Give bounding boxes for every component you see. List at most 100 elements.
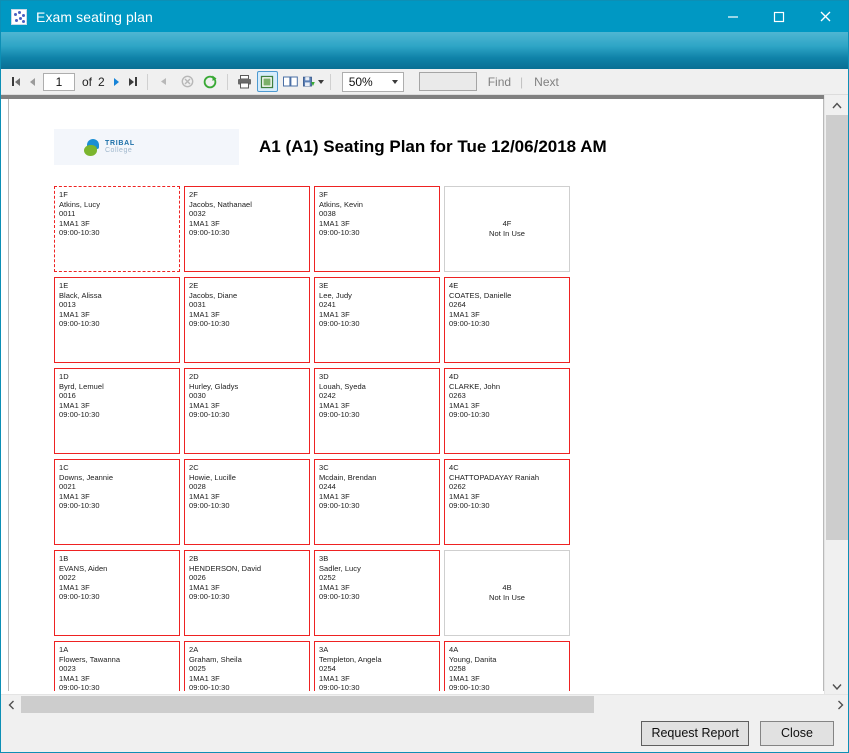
toolbar-divider xyxy=(147,74,148,90)
seat-label: 1B xyxy=(59,554,179,564)
seat-cell-1A[interactable]: 1AFlowers, Tawanna00231MA1 3F09:00-10:30 xyxy=(54,641,180,691)
seat-cell-4D[interactable]: 4DCLARKE, John02631MA1 3F09:00-10:30 xyxy=(444,368,570,454)
request-report-button[interactable]: Request Report xyxy=(641,721,749,746)
seat-cell-2E[interactable]: 2EJacobs, Diane00311MA1 3F09:00-10:30 xyxy=(184,277,310,363)
seat-cell-1D[interactable]: 1DByrd, Lemuel00161MA1 3F09:00-10:30 xyxy=(54,368,180,454)
exam-code: 1MA1 3F xyxy=(59,674,179,684)
seat-cell-3A[interactable]: 3ATempleton, Angela02541MA1 3F09:00-10:3… xyxy=(314,641,440,691)
scroll-left-icon[interactable] xyxy=(1,695,21,714)
institution-logo: TRIBAL College xyxy=(54,129,239,165)
exam-time: 09:00-10:30 xyxy=(449,319,569,329)
horizontal-scroll-thumb[interactable] xyxy=(21,696,594,713)
candidate-number: 0038 xyxy=(319,209,439,219)
seat-cell-1F[interactable]: 1FAtkins, Lucy00111MA1 3F09:00-10:30 xyxy=(54,186,180,272)
seat-cell-2B[interactable]: 2BHENDERSON, David00261MA1 3F09:00-10:30 xyxy=(184,550,310,636)
candidate-number: 0032 xyxy=(189,209,309,219)
seat-cell-3F[interactable]: 3FAtkins, Kevin00381MA1 3F09:00-10:30 xyxy=(314,186,440,272)
window-controls xyxy=(710,1,848,32)
seat-cell-3C[interactable]: 3CMcdain, Brendan02441MA1 3F09:00-10:30 xyxy=(314,459,440,545)
refresh-icon[interactable] xyxy=(200,71,221,92)
seat-cell-4E[interactable]: 4ECOATES, Danielle02641MA1 3F09:00-10:30 xyxy=(444,277,570,363)
export-save-icon[interactable] xyxy=(303,71,324,92)
exam-code: 1MA1 3F xyxy=(319,674,439,684)
candidate-number: 0021 xyxy=(59,482,179,492)
seat-cell-1C[interactable]: 1CDowns, Jeannie00211MA1 3F09:00-10:30 xyxy=(54,459,180,545)
seat-cell-2C[interactable]: 2CHowie, Lucille00281MA1 3F09:00-10:30 xyxy=(184,459,310,545)
seat-cell-2D[interactable]: 2DHurley, Gladys00301MA1 3F09:00-10:30 xyxy=(184,368,310,454)
seat-label: 4C xyxy=(449,463,569,473)
exam-time: 09:00-10:30 xyxy=(319,228,439,238)
zoom-select[interactable]: 50% xyxy=(342,72,404,92)
candidate-name: Hurley, Gladys xyxy=(189,382,309,392)
stop-icon[interactable] xyxy=(177,71,198,92)
find-next-divider: | xyxy=(520,75,523,89)
first-page-button[interactable] xyxy=(7,71,24,93)
exam-code: 1MA1 3F xyxy=(319,492,439,502)
header-gradient-band xyxy=(1,32,848,69)
last-page-button[interactable] xyxy=(125,71,142,93)
seat-cell-2A[interactable]: 2AGraham, Sheila00251MA1 3F09:00-10:30 xyxy=(184,641,310,691)
exam-time: 09:00-10:30 xyxy=(449,683,569,691)
vertical-scrollbar[interactable] xyxy=(824,95,848,696)
report-title: A1 (A1) Seating Plan for Tue 12/06/2018 … xyxy=(259,137,607,157)
report-viewer-canvas[interactable]: TRIBAL College A1 (A1) Seating Plan for … xyxy=(1,95,848,696)
toolbar-divider-3 xyxy=(330,74,331,90)
exam-code: 1MA1 3F xyxy=(189,674,309,684)
print-icon[interactable] xyxy=(234,71,255,92)
find-button[interactable]: Find xyxy=(488,75,511,89)
next-page-button[interactable] xyxy=(108,71,125,93)
candidate-number: 0254 xyxy=(319,664,439,674)
back-icon[interactable] xyxy=(154,71,175,92)
find-next-button[interactable]: Next xyxy=(534,75,559,89)
page-of-label: of xyxy=(82,75,92,89)
candidate-name: Downs, Jeannie xyxy=(59,473,179,483)
seat-cell-1E[interactable]: 1EBlack, Alissa00131MA1 3F09:00-10:30 xyxy=(54,277,180,363)
seat-cell-2F[interactable]: 2FJacobs, Nathanael00321MA1 3F09:00-10:3… xyxy=(184,186,310,272)
scroll-up-icon[interactable] xyxy=(825,95,849,115)
minimize-button[interactable] xyxy=(710,1,756,32)
find-input[interactable] xyxy=(419,72,477,91)
page-number-input[interactable] xyxy=(43,73,75,91)
maximize-button[interactable] xyxy=(756,1,802,32)
exam-time: 09:00-10:30 xyxy=(189,228,309,238)
exam-time: 09:00-10:30 xyxy=(449,501,569,511)
close-button[interactable] xyxy=(802,1,848,32)
scroll-right-icon[interactable] xyxy=(830,695,849,714)
candidate-name: Atkins, Kevin xyxy=(319,200,439,210)
vertical-scroll-thumb[interactable] xyxy=(826,115,848,540)
page-layout-icon[interactable] xyxy=(257,71,278,92)
close-dialog-button[interactable]: Close xyxy=(760,721,834,746)
seat-cell-3B[interactable]: 3BSadler, Lucy02521MA1 3F09:00-10:30 xyxy=(314,550,440,636)
logo-brand-text: TRIBAL xyxy=(105,140,135,147)
seat-cell-3E[interactable]: 3ELee, Judy02411MA1 3F09:00-10:30 xyxy=(314,277,440,363)
exam-time: 09:00-10:30 xyxy=(319,683,439,691)
seat-cell-4F[interactable]: 4FNot In Use xyxy=(444,186,570,272)
previous-page-button[interactable] xyxy=(24,71,41,93)
candidate-name: HENDERSON, David xyxy=(189,564,309,574)
horizontal-scrollbar[interactable] xyxy=(1,694,849,714)
seat-label: 1E xyxy=(59,281,179,291)
candidate-number: 0016 xyxy=(59,391,179,401)
seat-cell-1B[interactable]: 1BEVANS, Aiden00221MA1 3F09:00-10:30 xyxy=(54,550,180,636)
seat-cell-4A[interactable]: 4AYoung, Danita02581MA1 3F09:00-10:30 xyxy=(444,641,570,691)
candidate-name: Young, Danita xyxy=(449,655,569,665)
seat-label: 2B xyxy=(189,554,309,564)
dialog-button-bar: Request Report Close xyxy=(1,714,848,752)
page-setup-icon[interactable] xyxy=(280,71,301,92)
exam-seating-plan-window: Exam seating plan of 2 xyxy=(0,0,849,753)
candidate-name: EVANS, Aiden xyxy=(59,564,179,574)
candidate-name: Mcdain, Brendan xyxy=(319,473,439,483)
seat-label: 2F xyxy=(189,190,309,200)
exam-code: 1MA1 3F xyxy=(319,401,439,411)
exam-code: 1MA1 3F xyxy=(449,401,569,411)
exam-time: 09:00-10:30 xyxy=(59,501,179,511)
seat-cell-3D[interactable]: 3DLouah, Syeda02421MA1 3F09:00-10:30 xyxy=(314,368,440,454)
seat-cell-4C[interactable]: 4CCHATTOPADAYAY Raniah02621MA1 3F09:00-1… xyxy=(444,459,570,545)
candidate-name: COATES, Danielle xyxy=(449,291,569,301)
candidate-number: 0022 xyxy=(59,573,179,583)
seat-cell-4B[interactable]: 4BNot In Use xyxy=(444,550,570,636)
scroll-down-icon[interactable] xyxy=(825,676,849,696)
exam-time: 09:00-10:30 xyxy=(319,410,439,420)
candidate-number: 0242 xyxy=(319,391,439,401)
exam-code: 1MA1 3F xyxy=(319,310,439,320)
